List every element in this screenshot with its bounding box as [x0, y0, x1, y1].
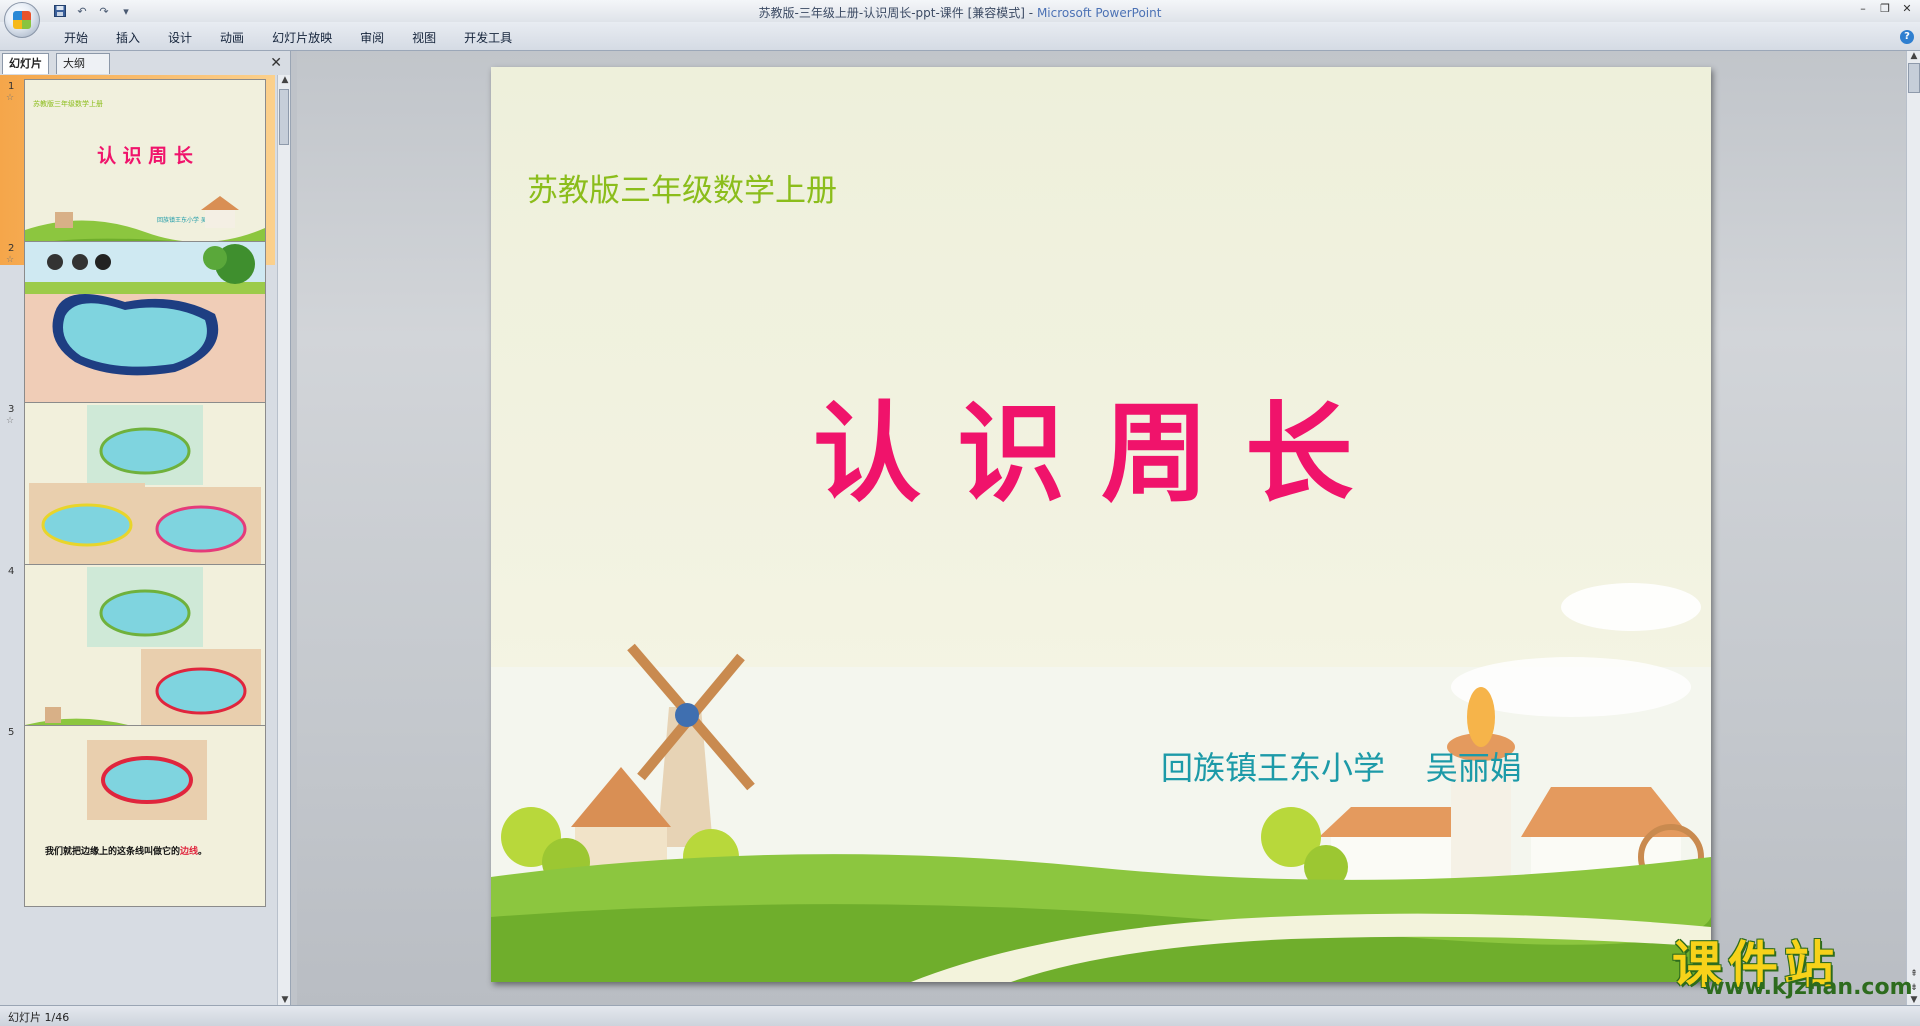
- close-icon[interactable]: ✕: [270, 55, 282, 71]
- restore-icon[interactable]: ❐: [1878, 2, 1892, 16]
- panel-scrollbar[interactable]: ▲ ▼: [277, 75, 290, 1005]
- tab-slide-show[interactable]: 幻灯片放映: [258, 29, 346, 46]
- slide-subtitle[interactable]: 苏教版三年级数学上册: [527, 165, 837, 210]
- window-title-app: Microsoft PowerPoint: [1036, 6, 1162, 20]
- thumbnail-2-art: [25, 242, 265, 422]
- main-scroll-thumb[interactable]: [1908, 63, 1920, 93]
- help-icon[interactable]: ?: [1900, 30, 1914, 44]
- slide-number: 5: [8, 727, 15, 738]
- thumb5-caption-b: 边线: [179, 845, 198, 857]
- ribbon-bar: 开始 插入 设计 动画 幻灯片放映 审阅 视图 开发工具 ?: [0, 22, 1920, 51]
- panel-tabs: 幻灯片 大纲 ✕: [0, 53, 290, 74]
- thumb1-subtitle: 苏教版三年级数学上册: [33, 99, 103, 108]
- current-slide[interactable]: 苏教版三年级数学上册 认识周长 回族镇王东小学 吴丽娟: [491, 67, 1711, 982]
- minimize-icon[interactable]: –: [1856, 2, 1870, 16]
- tab-view[interactable]: 视图: [398, 29, 450, 46]
- thumbnail-image: [24, 402, 266, 584]
- thumb5-caption-a: 我们就把边缘上的这条线叫做它的: [45, 845, 180, 857]
- thumb5-caption-c: 。: [198, 847, 207, 857]
- slide-canvas: 苏教版三年级数学上册 认识周长 回族镇王东小学 吴丽娟: [297, 51, 1906, 1005]
- slide-number: 3: [8, 404, 15, 415]
- animation-star-icon: ☆: [6, 416, 15, 426]
- watermark-url: www.kjzhan.com: [1704, 975, 1913, 1000]
- animation-star-icon: ☆: [6, 255, 15, 265]
- office-logo-icon: [13, 11, 31, 29]
- window-controls: – ❐ ✕: [1856, 2, 1914, 16]
- slides-panel: 幻灯片 大纲 ✕ 1 ☆ 苏教版三年级数学上册 认 识 周 长 回族镇王东小学 …: [0, 51, 291, 1005]
- window-title: 苏教版-三年级上册-认识周长-ppt-课件 [兼容模式] - Microsoft…: [0, 4, 1920, 21]
- slide-number: 4: [8, 566, 15, 577]
- tab-home[interactable]: 开始: [50, 29, 102, 46]
- tab-slides[interactable]: 幻灯片: [2, 53, 49, 74]
- ribbon-tabs: 开始 插入 设计 动画 幻灯片放映 审阅 视图 开发工具: [50, 29, 526, 46]
- thumb1-title: 认 识 周 长: [97, 144, 194, 167]
- animation-star-icon: ☆: [6, 93, 15, 103]
- tab-developer[interactable]: 开发工具: [450, 29, 526, 46]
- slide-thumbnail-5[interactable]: 5 我们就把边缘上的这条线叫做它的边线。: [0, 721, 275, 911]
- tab-outline[interactable]: 大纲: [56, 53, 110, 74]
- scroll-up-icon[interactable]: ▲: [278, 75, 292, 85]
- thumbnail-4-art: [25, 565, 265, 745]
- slide-number: 1: [8, 81, 15, 92]
- thumbnail-image: [24, 241, 266, 423]
- scroll-down-icon[interactable]: ▼: [278, 995, 292, 1005]
- slide-counter: 幻灯片 1/46: [8, 1011, 70, 1024]
- thumbnail-3-art: [25, 403, 265, 583]
- watermark-logo: 课件站 www.kjzhan.com: [1668, 925, 1913, 1005]
- thumbnail-image: [24, 564, 266, 746]
- tab-design[interactable]: 设计: [154, 29, 206, 46]
- close-window-icon[interactable]: ✕: [1900, 2, 1914, 16]
- status-bar: 幻灯片 1/46: [0, 1005, 1920, 1026]
- thumbnail-5-art: 我们就把边缘上的这条线叫做它的边线。: [25, 726, 265, 906]
- slide-number: 2: [8, 243, 15, 254]
- main-scrollbar[interactable]: ▲ ⇞ ⇟ ▼: [1906, 51, 1920, 1005]
- thumbnail-1-art: 苏教版三年级数学上册 认 识 周 长 回族镇王东小学 吴丽娟: [25, 80, 265, 260]
- tab-review[interactable]: 审阅: [346, 29, 398, 46]
- thumbnail-image: 我们就把边缘上的这条线叫做它的边线。: [24, 725, 266, 907]
- tab-insert[interactable]: 插入: [102, 29, 154, 46]
- thumbnail-list: 1 ☆ 苏教版三年级数学上册 认 识 周 长 回族镇王东小学 吴丽娟 2 ☆ 3…: [0, 75, 275, 1003]
- slide-author[interactable]: 回族镇王东小学 吴丽娟: [1161, 743, 1522, 789]
- slide-title[interactable]: 认识周长: [491, 367, 1711, 523]
- window-title-document: 苏教版-三年级上册-认识周长-ppt-课件 [兼容模式] -: [758, 6, 1037, 20]
- tab-animations[interactable]: 动画: [206, 29, 258, 46]
- office-button[interactable]: [4, 2, 40, 38]
- panel-scroll-thumb[interactable]: [279, 89, 289, 145]
- title-bar: ↶ ↷ ▾ 苏教版-三年级上册-认识周长-ppt-课件 [兼容模式] - Mic…: [0, 0, 1920, 38]
- scroll-up-icon[interactable]: ▲: [1907, 51, 1920, 61]
- svg-text:我们就把边缘上的这条线叫做它的边线。: 我们就把边缘上的这条线叫做它的边线。: [45, 845, 207, 857]
- thumbnail-image: 苏教版三年级数学上册 认 识 周 长 回族镇王东小学 吴丽娟: [24, 79, 266, 261]
